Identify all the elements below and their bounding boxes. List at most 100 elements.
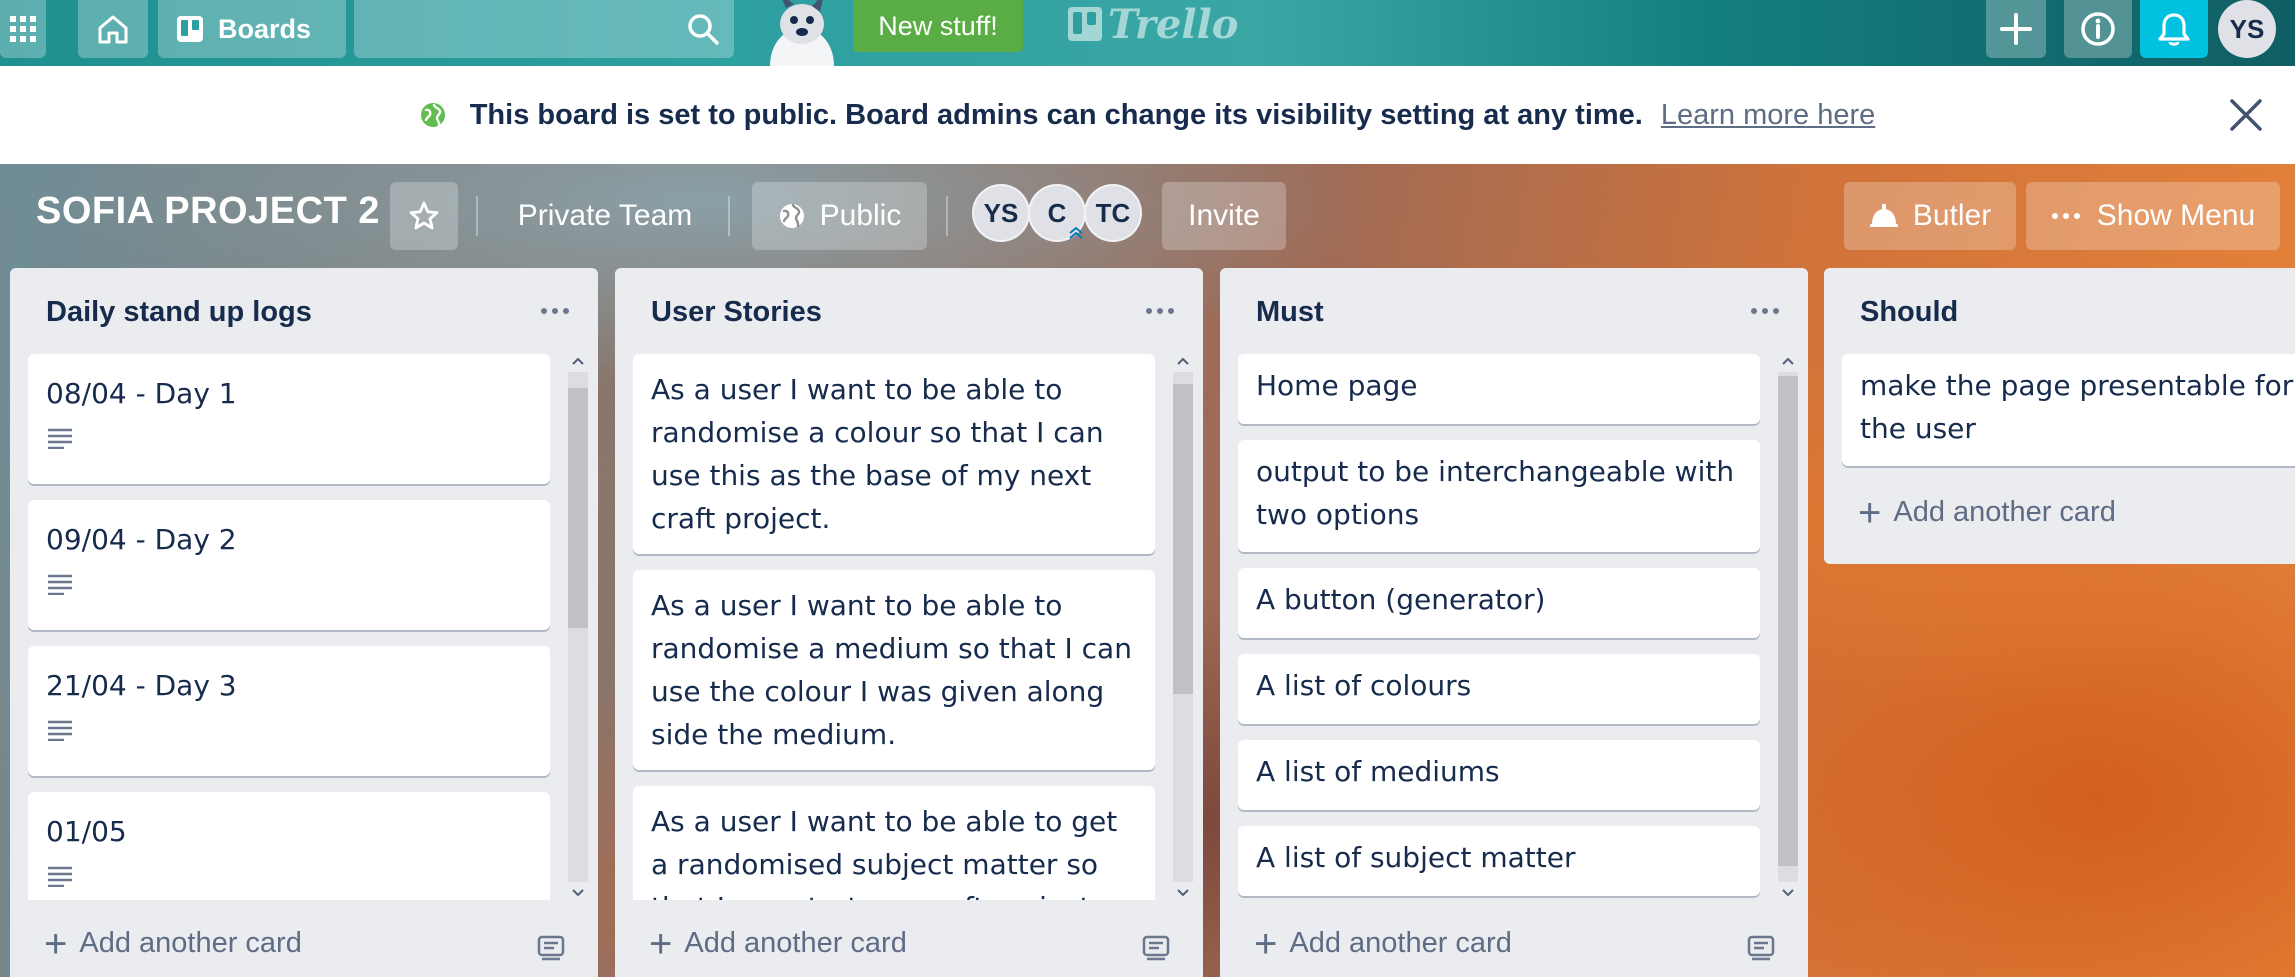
- card-template-icon[interactable]: [1141, 932, 1171, 962]
- list-scrollbar[interactable]: [1776, 354, 1800, 900]
- invite-button[interactable]: Invite: [1162, 182, 1286, 250]
- list-title[interactable]: Must: [1256, 296, 1324, 329]
- board-icon: [177, 16, 203, 42]
- more-icon: [2051, 213, 2080, 219]
- description-icon: [48, 720, 72, 741]
- grid-icon: [10, 16, 36, 42]
- butler-button[interactable]: Butler: [1844, 182, 2016, 250]
- scroll-thumb[interactable]: [1778, 376, 1798, 866]
- card-template-icon[interactable]: [1746, 932, 1776, 962]
- card-title: make the page presentable for the user: [1860, 369, 2294, 445]
- card[interactable]: 21/04 - Day 3: [28, 646, 550, 776]
- butler-bell-icon: [1869, 204, 1898, 227]
- card[interactable]: output to be interchangeable with two op…: [1238, 440, 1760, 552]
- show-menu-label: Show Menu: [2096, 199, 2256, 232]
- close-icon[interactable]: [2227, 96, 2265, 134]
- search-input[interactable]: [354, 0, 734, 58]
- scroll-down-icon[interactable]: [1779, 886, 1797, 900]
- list-title[interactable]: Should: [1860, 296, 1958, 329]
- user-avatar[interactable]: YS: [2218, 0, 2276, 58]
- bell-icon: [2158, 13, 2190, 46]
- card[interactable]: As a user I want to be able to randomise…: [633, 570, 1155, 770]
- scroll-thumb[interactable]: [568, 388, 588, 628]
- card[interactable]: 09/04 - Day 2: [28, 500, 550, 630]
- card-list: Home page output to be interchangeable w…: [1238, 354, 1760, 900]
- member-avatar[interactable]: TC: [1084, 184, 1142, 242]
- show-menu-button[interactable]: Show Menu: [2026, 182, 2280, 250]
- card-title: As a user I want to be able to get a ran…: [651, 805, 1118, 900]
- globe-icon: [420, 103, 445, 127]
- add-card-button[interactable]: + Add another card: [1858, 490, 2116, 535]
- list-title[interactable]: Daily stand up logs: [46, 296, 312, 329]
- scroll-thumb[interactable]: [1173, 384, 1193, 694]
- card[interactable]: As a user I want to be able to randomise…: [633, 354, 1155, 554]
- new-stuff-button[interactable]: New stuff!: [853, 0, 1023, 52]
- card-template-icon[interactable]: [536, 932, 566, 962]
- card[interactable]: A list of mediums: [1238, 740, 1760, 810]
- list-title[interactable]: User Stories: [651, 296, 822, 329]
- boards-label: Boards: [218, 13, 312, 44]
- card[interactable]: 01/05: [28, 792, 550, 900]
- plus-icon: +: [1858, 490, 1882, 535]
- board-title[interactable]: SOFIA PROJECT 2: [36, 190, 380, 233]
- description-icon: [48, 574, 72, 595]
- info-button[interactable]: [2064, 0, 2132, 58]
- card-title: 21/04 - Day 3: [46, 669, 237, 702]
- card-title: 08/04 - Day 1: [46, 377, 237, 410]
- trello-logo-text: Trello: [1108, 0, 1239, 48]
- list-menu-icon[interactable]: [540, 306, 570, 316]
- app-header: Boards New stuff! Trello YS: [0, 0, 2295, 66]
- card-title: A list of subject matter: [1256, 841, 1576, 874]
- plus-icon: [2000, 13, 2032, 45]
- apps-button[interactable]: [0, 0, 46, 58]
- list-scrollbar[interactable]: [1171, 354, 1195, 900]
- scroll-up-icon[interactable]: [1779, 354, 1797, 368]
- card[interactable]: make the page presentable for the user: [1842, 354, 2295, 466]
- boards-button[interactable]: Boards: [158, 0, 346, 58]
- notifications-button[interactable]: [2140, 0, 2208, 58]
- member-avatar[interactable]: YS: [972, 184, 1030, 242]
- learn-more-link[interactable]: Learn more here: [1661, 99, 1875, 132]
- card[interactable]: A list of colours: [1238, 654, 1760, 724]
- description-icon: [48, 866, 72, 887]
- visibility-button[interactable]: Public: [752, 182, 927, 250]
- card[interactable]: A list of subject matter: [1238, 826, 1760, 896]
- list-menu-icon[interactable]: [1145, 306, 1175, 316]
- scroll-down-icon[interactable]: [569, 886, 587, 900]
- star-icon: [409, 201, 439, 230]
- trello-logo[interactable]: Trello: [1068, 0, 1239, 48]
- info-icon: [2081, 12, 2115, 46]
- home-button[interactable]: [78, 0, 148, 58]
- add-card-button[interactable]: + Add another card: [1254, 921, 1512, 966]
- add-card-label: Add another card: [684, 927, 907, 959]
- card-title: 01/05: [46, 815, 127, 848]
- scroll-up-icon[interactable]: [1174, 354, 1192, 368]
- list-menu-icon[interactable]: [1750, 306, 1780, 316]
- card-title: As a user I want to be able to randomise…: [651, 373, 1104, 535]
- card[interactable]: A button (generator): [1238, 568, 1760, 638]
- admin-chevron-icon: [1069, 226, 1083, 239]
- scroll-up-icon[interactable]: [569, 354, 587, 368]
- plus-icon: +: [649, 921, 673, 966]
- butler-label: Butler: [1912, 199, 1992, 232]
- plus-icon: +: [1254, 921, 1278, 966]
- add-card-button[interactable]: + Add another card: [44, 921, 302, 966]
- card[interactable]: 08/04 - Day 1: [28, 354, 550, 484]
- card[interactable]: Home page: [1238, 354, 1760, 424]
- add-card-label: Add another card: [1289, 927, 1512, 959]
- card-list: As a user I want to be able to randomise…: [633, 354, 1155, 900]
- card-list: 08/04 - Day 1 09/04 - Day 2 21/04 - Day …: [28, 354, 550, 900]
- add-card-button[interactable]: + Add another card: [649, 921, 907, 966]
- scroll-down-icon[interactable]: [1174, 886, 1192, 900]
- star-button[interactable]: [390, 182, 458, 250]
- team-button[interactable]: Private Team: [500, 182, 710, 250]
- taco-mascot-icon: [770, 0, 834, 66]
- list-user-stories: User Stories As a user I want to be able…: [615, 268, 1203, 977]
- create-button[interactable]: [1986, 0, 2046, 58]
- header-divider: [728, 196, 730, 236]
- plus-icon: +: [44, 921, 68, 966]
- list-must: Must Home page output to be interchangea…: [1220, 268, 1808, 977]
- list-daily-stand-up-logs: Daily stand up logs 08/04 - Day 1 09/04 …: [10, 268, 598, 977]
- card[interactable]: As a user I want to be able to get a ran…: [633, 786, 1155, 900]
- list-scrollbar[interactable]: [566, 354, 590, 900]
